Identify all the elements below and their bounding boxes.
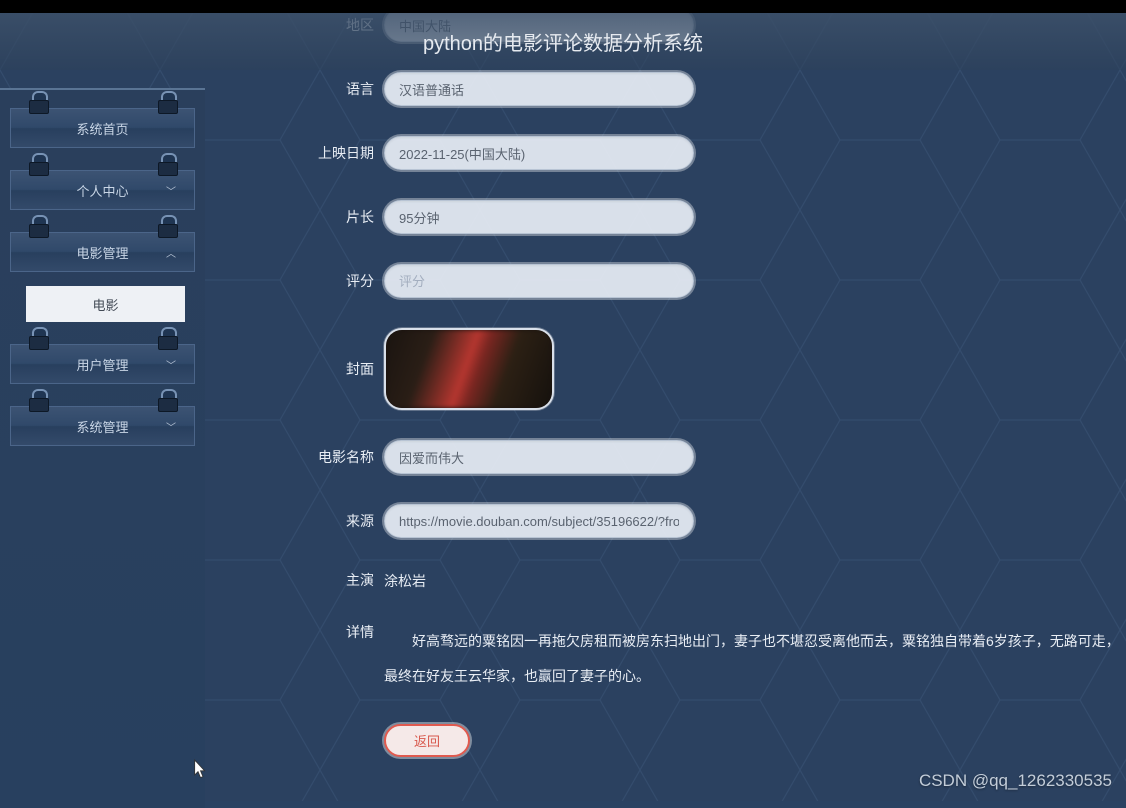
sidebar-item-label: 系统管理 — [76, 417, 128, 436]
cover-label: 封面 — [266, 359, 384, 379]
clip-icon — [158, 215, 176, 237]
window-topbar — [0, 0, 1126, 13]
sidebar-item-label: 系统首页 — [76, 119, 128, 138]
language-input[interactable] — [384, 72, 694, 106]
chevron-down-icon: ﹀ — [166, 419, 176, 434]
source-input[interactable] — [384, 504, 694, 538]
chevron-up-icon: ︿ — [166, 245, 176, 260]
sidebar-item-profile[interactable]: 个人中心 ﹀ — [10, 170, 195, 210]
detail-value: 好高骛远的粟铭因一再拖欠房租而被房东扫地出门，妻子也不堪忍受离他而去，粟铭独自带… — [384, 622, 1124, 694]
movie-name-input[interactable] — [384, 440, 694, 474]
sidebar-item-movie-manage[interactable]: 电影管理 ︿ — [10, 232, 195, 272]
chevron-down-icon: ﹀ — [166, 357, 176, 372]
sidebar-item-label: 电影管理 — [76, 243, 128, 262]
sidebar-item-label: 个人中心 — [76, 181, 128, 200]
rating-label: 评分 — [266, 271, 384, 291]
back-button[interactable]: 返回 — [384, 724, 470, 757]
sidebar-item-system-manage[interactable]: 系统管理 ﹀ — [10, 406, 195, 446]
clip-icon — [158, 91, 176, 113]
page-title: python的电影评论数据分析系统 — [423, 27, 703, 56]
sidebar-item-user-manage[interactable]: 用户管理 ﹀ — [10, 344, 195, 384]
sidebar: 系统首页 个人中心 ﹀ 电影管理 ︿ 电影 用户管理 ﹀ 系统管理 ﹀ — [0, 88, 205, 808]
cursor-icon — [188, 758, 208, 782]
rating-input[interactable] — [384, 264, 694, 298]
cover-image[interactable] — [384, 328, 554, 410]
duration-label: 片长 — [266, 207, 384, 227]
release-date-input[interactable] — [384, 136, 694, 170]
sidebar-subitem-label: 电影 — [92, 295, 118, 314]
clip-icon — [29, 389, 47, 411]
movie-name-label: 电影名称 — [266, 447, 384, 467]
clip-icon — [29, 91, 47, 113]
clip-icon — [158, 389, 176, 411]
form-content: 地区 语言 上映日期 片长 评分 封面 电影名称 来源 主演 涂松岩 详情 好高… — [266, 0, 1126, 757]
language-label: 语言 — [266, 79, 384, 99]
clip-icon — [158, 327, 176, 349]
sidebar-item-home[interactable]: 系统首页 — [10, 108, 195, 148]
page-header: python的电影评论数据分析系统 — [0, 13, 1126, 70]
duration-input[interactable] — [384, 200, 694, 234]
clip-icon — [29, 153, 47, 175]
clip-icon — [158, 153, 176, 175]
cast-value: 涂松岩 — [384, 568, 426, 592]
release-date-label: 上映日期 — [266, 143, 384, 163]
chevron-down-icon: ﹀ — [166, 183, 176, 198]
cast-label: 主演 — [266, 570, 384, 590]
clip-icon — [29, 327, 47, 349]
watermark: CSDN @qq_1262330535 — [919, 771, 1112, 791]
sidebar-item-label: 用户管理 — [76, 355, 128, 374]
clip-icon — [29, 215, 47, 237]
detail-label: 详情 — [266, 622, 384, 642]
source-label: 来源 — [266, 511, 384, 531]
sidebar-subitem-movie[interactable]: 电影 — [26, 286, 185, 322]
